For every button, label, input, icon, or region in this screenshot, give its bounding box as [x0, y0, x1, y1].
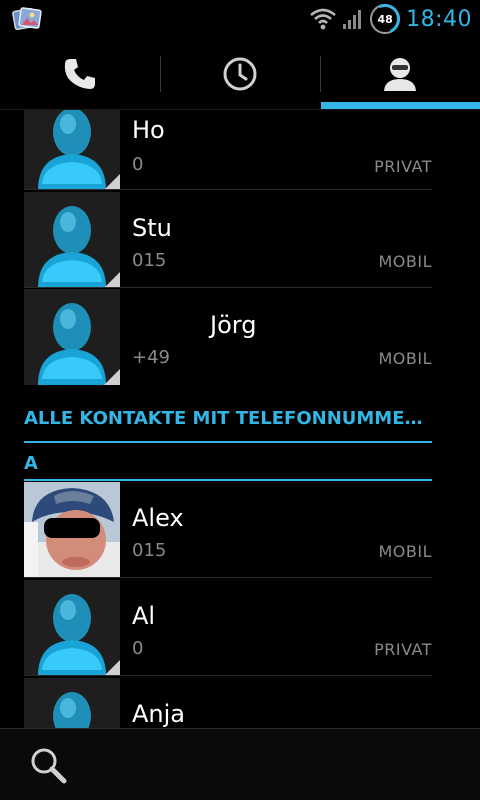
contact-number-type: MOBIL — [378, 349, 432, 368]
tab-bar — [0, 38, 480, 110]
contact-number: 0 — [132, 154, 144, 175]
bottom-action-bar — [0, 728, 480, 800]
contact-row[interactable]: Ho 0 PRIVAT — [24, 110, 432, 190]
contact-name: Al — [132, 602, 156, 630]
battery-level: 48 — [377, 12, 393, 26]
default-avatar-icon — [24, 580, 120, 676]
letter-header: A — [24, 453, 38, 474]
contact-photo — [24, 482, 120, 578]
gallery-icon — [12, 6, 42, 32]
contact-row[interactable]: Jörg +49 MOBIL — [24, 289, 432, 385]
battery-icon: 48 — [370, 4, 401, 34]
search-button[interactable] — [24, 743, 72, 787]
contact-row[interactable]: Alex 015 MOBIL — [24, 482, 432, 578]
contact-number: +49 — [132, 347, 170, 368]
clock-icon — [223, 57, 257, 91]
letter-divider — [24, 479, 432, 481]
section-header-all-contacts: ALLE KONTAKTE MIT TELEFONNUMME… — [24, 408, 423, 429]
search-icon — [31, 748, 67, 784]
tab-contacts[interactable] — [320, 38, 480, 110]
row-divider — [24, 577, 432, 578]
contact-name: Ho — [132, 116, 165, 144]
contact-number-type: PRIVAT — [374, 157, 432, 176]
default-avatar-icon — [24, 110, 120, 190]
default-avatar-icon — [24, 289, 120, 385]
default-avatar-icon — [24, 192, 120, 288]
contact-number-type: MOBIL — [378, 542, 432, 561]
contact-name: Alex — [132, 504, 184, 532]
phone-icon — [64, 59, 95, 89]
section-divider — [24, 441, 432, 443]
tab-separator — [320, 56, 321, 92]
contact-name: Jörg — [210, 311, 257, 339]
signal-icon — [343, 10, 362, 29]
contact-row[interactable]: Anja — [24, 678, 432, 728]
person-icon — [384, 58, 416, 91]
row-divider — [24, 287, 432, 288]
default-avatar-icon — [24, 678, 120, 728]
tab-call-log[interactable] — [160, 38, 320, 110]
wifi-icon — [310, 8, 336, 30]
tab-separator — [160, 56, 161, 92]
contact-number-type: PRIVAT — [374, 640, 432, 659]
status-bar: 48 18:40 — [0, 0, 480, 38]
contact-row[interactable]: Stu 015 MOBIL — [24, 192, 432, 288]
row-divider — [24, 675, 432, 676]
row-divider — [24, 189, 432, 190]
contact-number: 015 — [132, 540, 167, 561]
contact-list[interactable]: Ho 0 PRIVAT Stu 015 MOBIL Jörg +49 MOBIL… — [24, 110, 432, 728]
contact-name: Anja — [132, 700, 186, 728]
contact-row[interactable]: Al 0 PRIVAT — [24, 580, 432, 676]
clock-time: 18:40 — [406, 6, 472, 32]
contact-number: 0 — [132, 638, 144, 659]
contact-number-type: MOBIL — [378, 252, 432, 271]
contact-number: 015 — [132, 250, 167, 271]
tab-phone[interactable] — [0, 38, 160, 110]
contact-name: Stu — [132, 214, 172, 242]
